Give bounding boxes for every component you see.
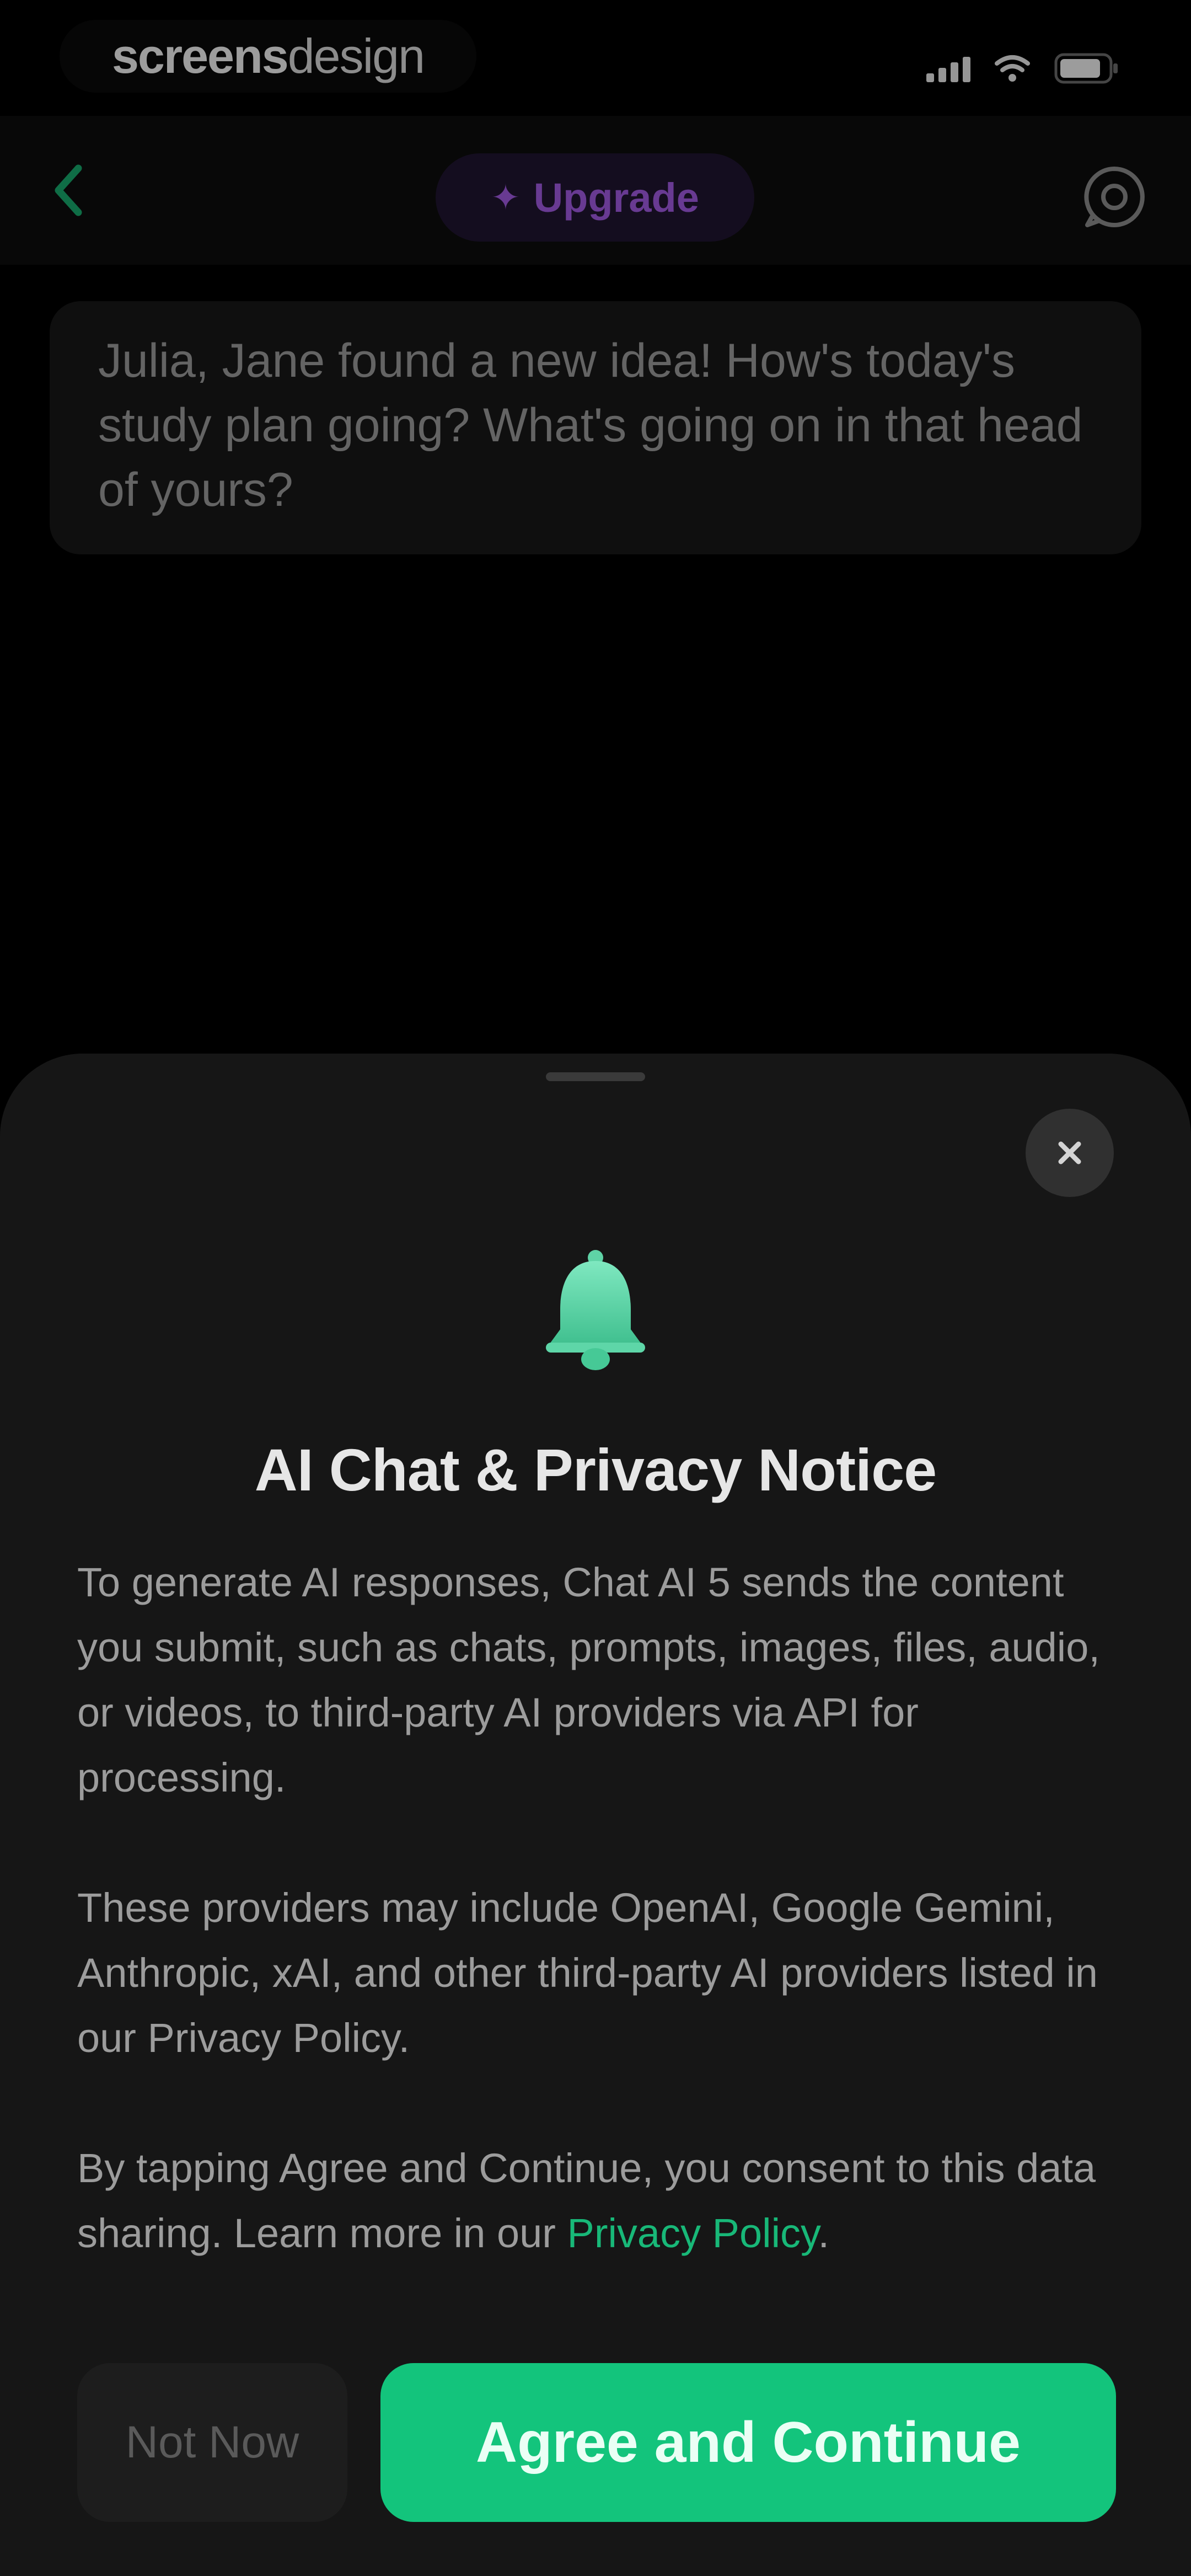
- close-icon: [1058, 1141, 1081, 1164]
- sheet-body: To generate AI responses, Chat AI 5 send…: [77, 1550, 1114, 2266]
- notice-paragraph-2: These providers may include OpenAI, Goog…: [77, 1885, 1098, 2061]
- app-screen: screens design ✦ Upgrade Julia, Jane fou…: [0, 0, 1191, 2576]
- privacy-notice-sheet: AI Chat & Privacy Notice To generate AI …: [0, 1054, 1191, 2576]
- sheet-title: AI Chat & Privacy Notice: [254, 1436, 937, 1503]
- agree-and-continue-button[interactable]: Agree and Continue: [380, 2363, 1116, 2522]
- notice-paragraph-3: By tapping Agree and Continue, you conse…: [77, 2136, 1114, 2266]
- sheet-drag-handle[interactable]: [546, 1072, 645, 1081]
- bell-icon: [546, 1250, 645, 1370]
- notice-paragraph-1: To generate AI responses, Chat AI 5 send…: [77, 1559, 1100, 1800]
- close-button[interactable]: [1026, 1109, 1114, 1197]
- not-now-button[interactable]: Not Now: [77, 2363, 347, 2522]
- notice-paragraph-3-end: .: [818, 2210, 830, 2256]
- privacy-policy-link[interactable]: Privacy Policy: [567, 2210, 818, 2256]
